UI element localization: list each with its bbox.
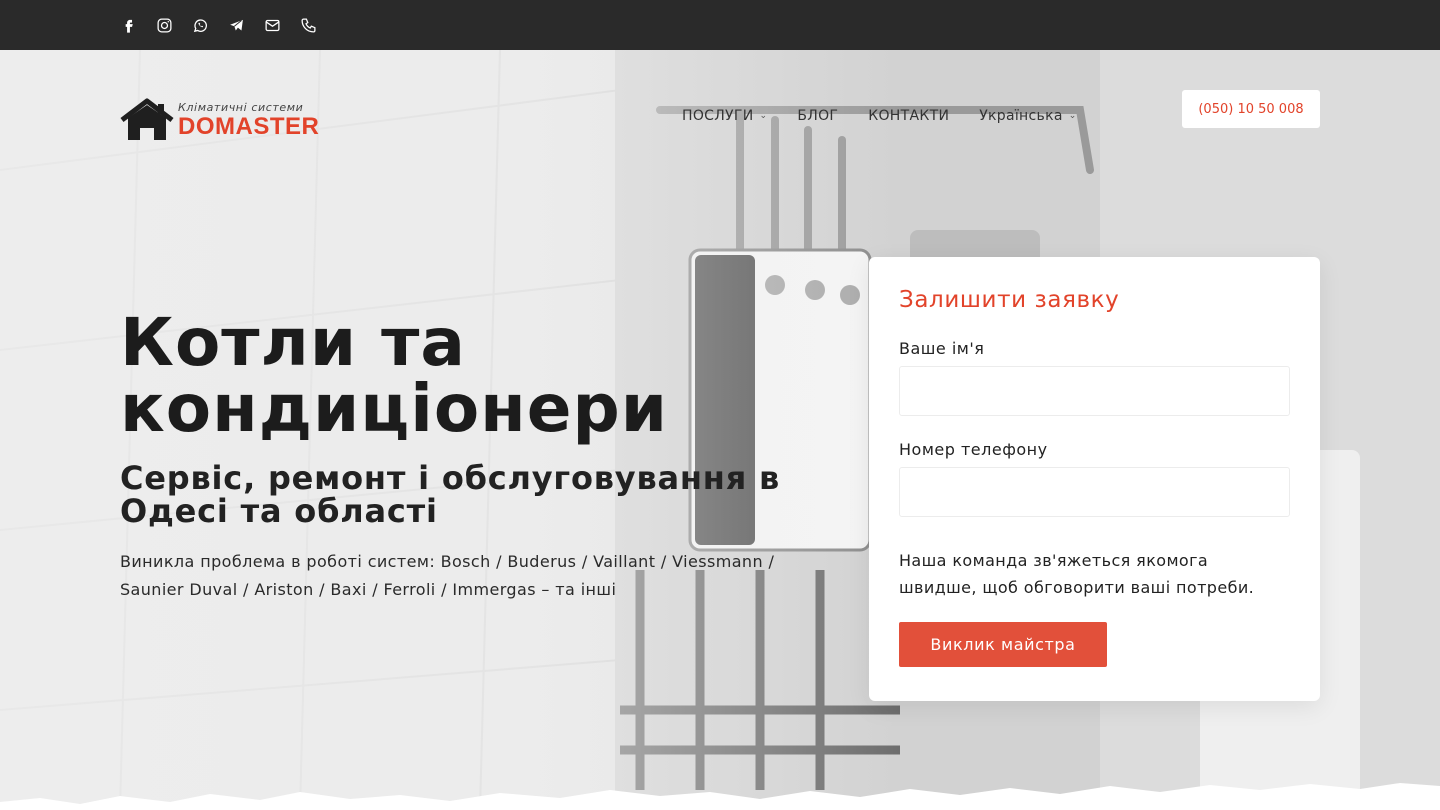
phone-icon[interactable] xyxy=(299,16,317,34)
call-master-button[interactable]: Виклик майстра xyxy=(899,622,1107,667)
mail-icon[interactable] xyxy=(263,16,281,34)
facebook-icon[interactable] xyxy=(119,16,137,34)
nav-item-contacts[interactable]: КОНТАКТИ xyxy=(868,108,949,124)
main-nav: ПОСЛУГИ ⌄ БЛОГ КОНТАКТИ Українська ⌄ xyxy=(682,108,1077,124)
hero-subtitle: Сервіс, ремонт і обслуговування в Одесі … xyxy=(120,459,781,530)
house-logo-icon xyxy=(120,98,174,140)
hero-description: Виникла проблема в роботі систем: Bosch … xyxy=(120,552,775,599)
request-form-card: Залишити заявку Ваше ім'я Номер телефону… xyxy=(869,257,1320,701)
form-title: Залишити заявку xyxy=(899,287,1120,313)
telegram-icon[interactable] xyxy=(227,16,245,34)
chevron-down-icon: ⌄ xyxy=(1068,111,1077,121)
phone-label: Номер телефону xyxy=(899,440,1048,459)
language-selector[interactable]: Українська ⌄ xyxy=(979,108,1076,124)
nav-item-label: КОНТАКТИ xyxy=(868,108,950,124)
logo-tagline: Кліматичні системи xyxy=(178,100,304,114)
social-topbar xyxy=(0,0,1440,50)
logo-name: DOMASTER xyxy=(178,112,320,140)
nav-item-label: ПОСЛУГИ xyxy=(682,108,754,124)
name-label: Ваше ім'я xyxy=(899,339,985,358)
instagram-icon[interactable] xyxy=(155,16,173,34)
nav-item-services[interactable]: ПОСЛУГИ ⌄ xyxy=(682,108,767,124)
phone-input[interactable] xyxy=(899,467,1290,517)
header-phone-button[interactable]: (050) 10 50 008 xyxy=(1182,90,1320,128)
whatsapp-icon[interactable] xyxy=(191,16,209,34)
name-input[interactable] xyxy=(899,366,1290,416)
nav-item-label: БЛОГ xyxy=(797,108,839,124)
hero-title: Котли та кондиціонери xyxy=(120,304,669,447)
torn-edge-divider xyxy=(0,783,1440,810)
form-note: Наша команда зв'яжеться якомога швидше, … xyxy=(899,551,1255,597)
site-logo[interactable]: Кліматичні системи DOMASTER xyxy=(120,97,325,143)
language-label: Українська xyxy=(979,108,1063,124)
chevron-down-icon: ⌄ xyxy=(759,111,768,121)
nav-item-blog[interactable]: БЛОГ xyxy=(797,108,838,124)
